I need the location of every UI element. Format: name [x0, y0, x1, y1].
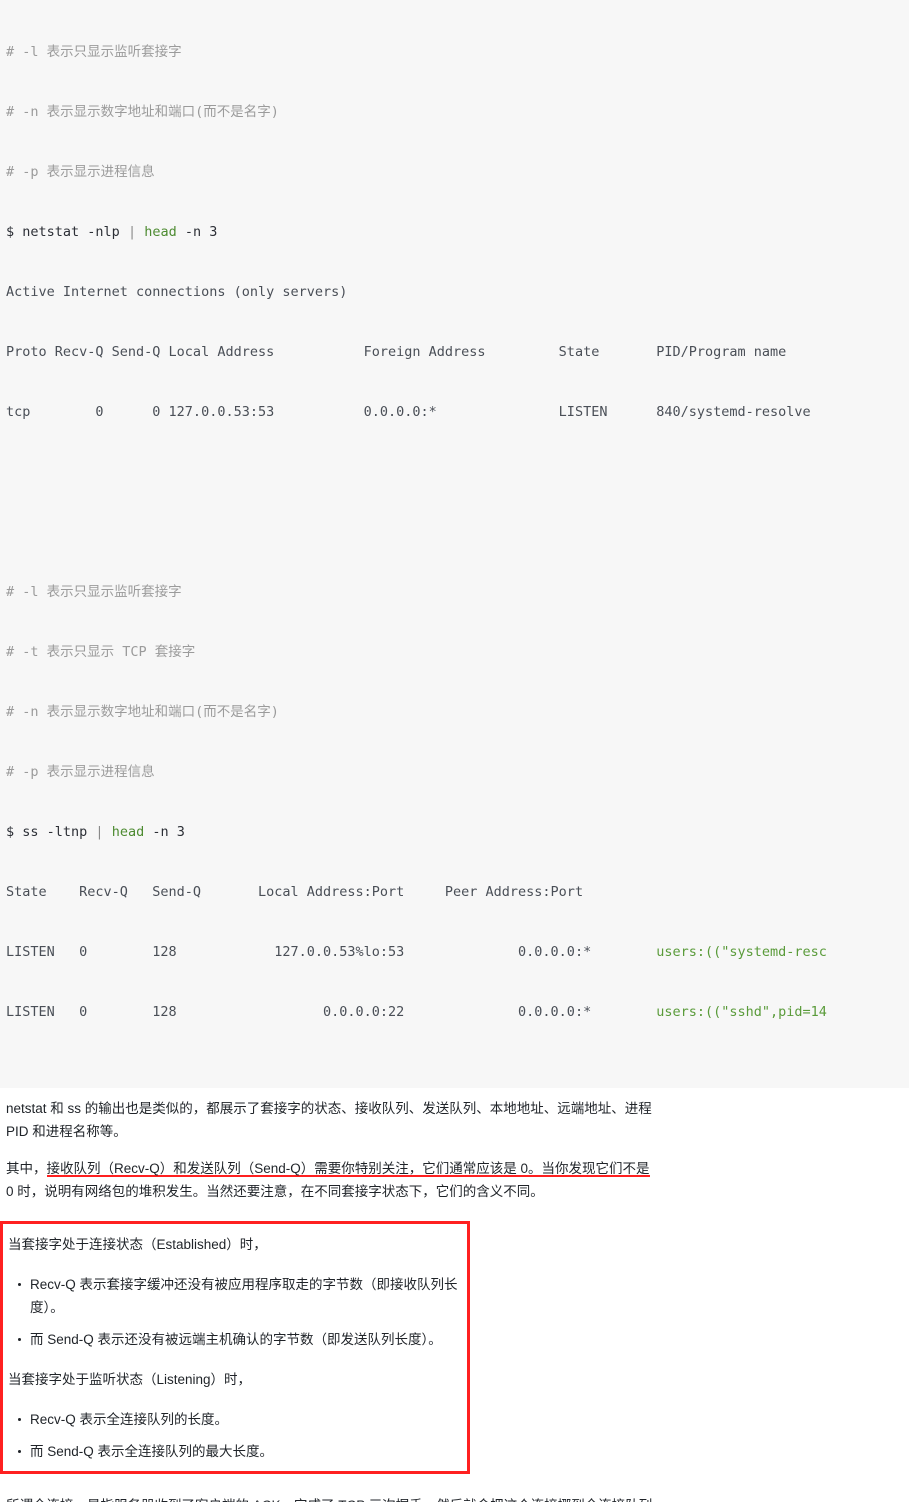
list-item: Recv-Q 表示套接字缓冲还没有被应用程序取走的字节数（即接收队列长度）。: [18, 1273, 467, 1319]
shell-prompt: $: [6, 824, 23, 840]
paragraph-prefix: 其中，: [6, 1161, 47, 1176]
article-body: netstat 和 ss 的输出也是类似的，都展示了套接字的状态、接收队列、发送…: [0, 1088, 909, 1221]
heading-listening-state: 当套接字处于监听状态（Listening）时，: [8, 1372, 252, 1387]
list-item: Recv-Q 表示全连接队列的长度。: [18, 1408, 467, 1431]
terminal-bottom-pad: [6, 1062, 909, 1068]
terminal-command-netstat: $ netstat -nlp | head -n 3: [6, 222, 909, 242]
command-text: netstat -nlp: [22, 224, 128, 240]
builtin-head: head: [111, 824, 145, 840]
heading-established-state: 当套接字处于连接状态（Established）时，: [8, 1237, 267, 1252]
builtin-head: head: [144, 224, 177, 240]
annotation-content: 当套接字处于连接状态（Established）时， Recv-Q 表示套接字缓冲…: [6, 1233, 467, 1463]
list-item: 而 Send-Q 表示还没有被远端主机确认的字节数（即发送队列长度）。: [18, 1328, 467, 1351]
bullet-list-established: Recv-Q 表示套接字缓冲还没有被应用程序取走的字节数（即接收队列长度）。 而…: [8, 1273, 467, 1351]
pipe-operator: |: [95, 824, 112, 840]
article-body-continued: 所谓全连接，是指服务器收到了客户端的 ACK，完成了 TCP 三次握手，然后就会…: [0, 1474, 909, 1502]
list-item: 而 Send-Q 表示全连接队列的最大长度。: [18, 1440, 467, 1463]
terminal-table-row: tcp 0 0 127.0.0.53:53 0.0.0.0:* LISTEN 8…: [6, 404, 811, 420]
row-fields: LISTEN 0 128 127.0.0.53%lo:53 0.0.0.0:*: [6, 944, 657, 960]
terminal-table-row: LISTEN 0 128 127.0.0.53%lo:53 0.0.0.0:* …: [6, 942, 909, 962]
paragraph-queues-line2: 0 时，说明有网络包的堆积发生。当然还要注意，在不同套接字状态下，它们的含义不同…: [6, 1184, 544, 1199]
bullet-list-listening: Recv-Q 表示全连接队列的长度。 而 Send-Q 表示全连接队列的最大长度…: [8, 1408, 467, 1463]
terminal-command-ss: $ ss -ltnp | head -n 3: [6, 822, 909, 842]
terminal-block-netstat: # -l 表示只显示监听套接字 # -n 表示显示数字地址和端口(而不是名字) …: [0, 0, 909, 1088]
command-args: -n 3: [144, 824, 185, 840]
terminal-comment-line: # -l 表示只显示监听套接字: [6, 44, 182, 60]
terminal-comment-line: # -p 表示显示进程信息: [6, 764, 155, 780]
paragraph-queues-line1: 其中，接收队列（Recv-Q）和发送队列（Send-Q）需要你特别关注，它们通常…: [6, 1157, 903, 1180]
terminal-table-row: LISTEN 0 128 0.0.0.0:22 0.0.0.0:* users:…: [6, 1002, 909, 1022]
terminal-comment-line: # -n 表示显示数字地址和端口(而不是名字): [6, 704, 279, 720]
row-users-field: users:(("sshd",pid=14: [656, 1004, 827, 1020]
shell-prompt: $: [6, 224, 23, 240]
paragraph-intro-line2: PID 和进程名称等。: [6, 1124, 127, 1139]
row-users-field: users:(("systemd-resc: [656, 944, 827, 960]
pipe-operator: |: [127, 224, 145, 240]
terminal-comment-line: # -t 表示只显示 TCP 套接字: [6, 644, 196, 660]
terminal-comment-line: # -n 表示显示数字地址和端口(而不是名字): [6, 104, 279, 120]
command-args: -n 3: [176, 224, 218, 240]
terminal-comment-line: # -p 表示显示进程信息: [6, 164, 155, 180]
row-fields: LISTEN 0 128 0.0.0.0:22 0.0.0.0:*: [6, 1004, 657, 1020]
highlighted-annotation-box: 当套接字处于连接状态（Established）时， Recv-Q 表示套接字缓冲…: [0, 1221, 470, 1474]
command-text: ss -ltnp: [22, 824, 96, 840]
paragraph-full-queue-line1: 所谓全连接，是指服务器收到了客户端的 ACK，完成了 TCP 三次握手，然后就会…: [6, 1494, 903, 1502]
terminal-output-line: Active Internet connections (only server…: [6, 284, 348, 300]
red-underlined-text: 接收队列（Recv-Q）和发送队列（Send-Q）需要你特别关注，它们通常应该是…: [46, 1161, 650, 1177]
terminal-table-header: State Recv-Q Send-Q Local Address:Port P…: [6, 884, 584, 900]
terminal-table-header: Proto Recv-Q Send-Q Local Address Foreig…: [6, 344, 787, 360]
terminal-comment-line: # -l 表示只显示监听套接字: [6, 584, 182, 600]
paragraph-intro-line1: netstat 和 ss 的输出也是类似的，都展示了套接字的状态、接收队列、发送…: [6, 1101, 652, 1116]
